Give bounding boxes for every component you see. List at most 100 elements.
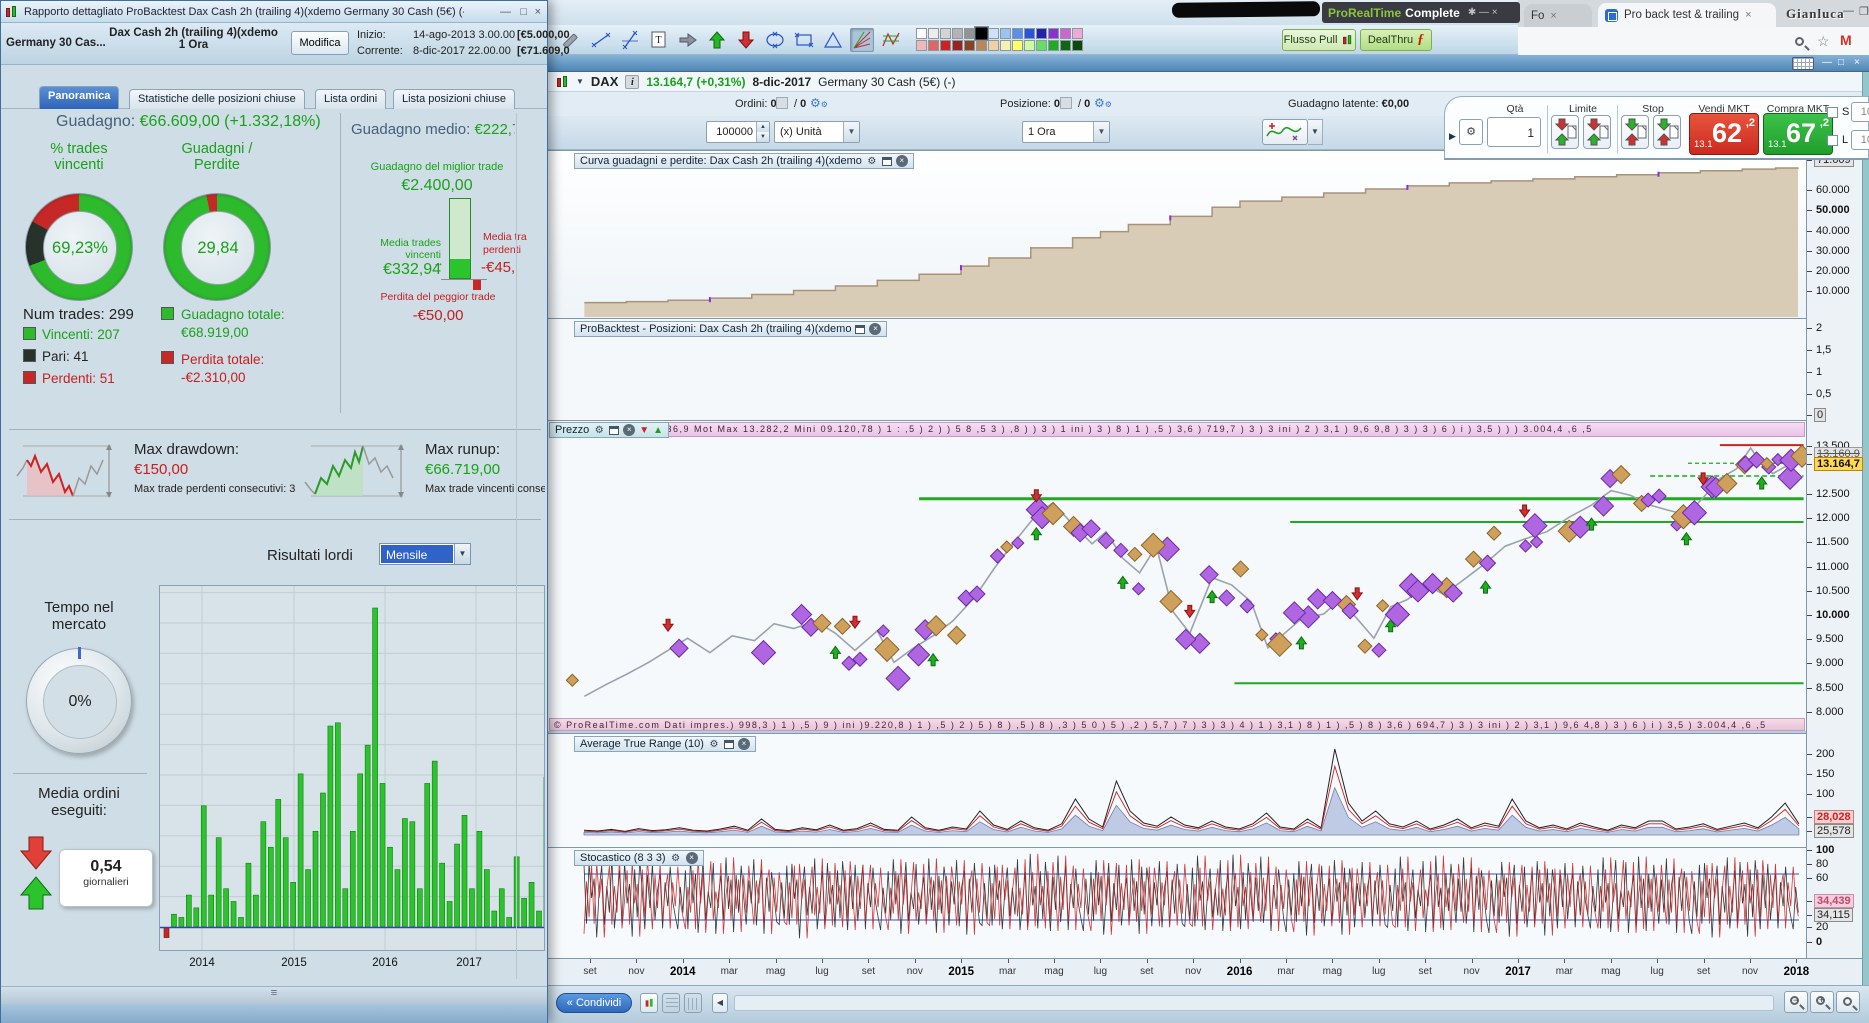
palette-color-swatch[interactable]	[1072, 28, 1083, 39]
buy-arrow-icon[interactable]: ▲	[653, 425, 663, 436]
palette-color-swatch[interactable]	[916, 40, 927, 51]
chart-style-icon[interactable]	[640, 993, 658, 1013]
dealthru-button[interactable]: DealThru ƒ	[1360, 29, 1432, 51]
browser-maximize-button[interactable]: ❐	[1859, 5, 1869, 18]
palette-color-swatch[interactable]	[1060, 40, 1071, 51]
window-icon[interactable]	[723, 739, 734, 749]
palette-color-swatch[interactable]	[940, 28, 951, 39]
quantity-stepper[interactable]: 100000 ▲ ▼	[706, 121, 770, 143]
tab-lista-posizioni-chiuse[interactable]: Lista posizioni chiuse	[393, 89, 515, 109]
wrench-icon[interactable]: ⚙	[593, 424, 605, 436]
badge-window-icons[interactable]: ✱ — ×	[1468, 7, 1498, 18]
sell-arrow-icon[interactable]: ▼	[639, 425, 649, 436]
vendi-mkt-button[interactable]: 13.1 62 ,2	[1689, 113, 1759, 155]
share-button[interactable]: « Condividi	[556, 993, 632, 1013]
chart-minimize-button[interactable]: —	[1822, 57, 1832, 68]
timeframe-select[interactable]: 1 Ora ▼	[1022, 121, 1110, 143]
palette-color-swatch[interactable]	[1072, 40, 1083, 51]
palette-color-swatch[interactable]	[1000, 40, 1011, 51]
palette-color-swatch[interactable]	[1024, 40, 1035, 51]
window-icon[interactable]	[881, 156, 892, 166]
ordini-box-icon[interactable]	[776, 97, 788, 109]
stop-buy-button[interactable]	[1621, 115, 1649, 149]
window-icon[interactable]	[609, 425, 620, 435]
modifica-button[interactable]: Modifica	[291, 31, 349, 55]
tab-close-icon[interactable]: ×	[1745, 9, 1751, 21]
gmail-icon[interactable]: M	[1840, 32, 1852, 48]
symbol-label[interactable]: DAX	[591, 74, 618, 89]
spin-down-icon[interactable]: ▼	[756, 132, 769, 142]
search-icon[interactable]	[1795, 37, 1804, 46]
tab-close-icon[interactable]: ×	[1550, 10, 1556, 22]
zoom-reset-button[interactable]	[1836, 991, 1860, 1013]
trendline-tool[interactable]	[618, 28, 642, 52]
palette-color-swatch[interactable]	[1024, 28, 1035, 39]
spin-up-icon[interactable]: ▲	[756, 122, 769, 132]
browser-tab-background[interactable]: Fo ×	[1524, 4, 1592, 27]
resize-handle[interactable]: ≡	[1, 986, 547, 1004]
posizione-box-icon[interactable]	[1060, 97, 1072, 109]
palette-color-swatch[interactable]	[928, 28, 939, 39]
browser-tab-active[interactable]: Pro back test & trailing ×	[1598, 3, 1776, 27]
scroll-left-button[interactable]: ◀	[712, 993, 728, 1013]
wrench-icon[interactable]: ⚙	[708, 738, 720, 750]
browser-minimize-button[interactable]: —	[1843, 5, 1854, 17]
arrow-down-tool[interactable]	[734, 28, 758, 52]
tab-lista-ordini[interactable]: Lista ordini	[315, 89, 387, 109]
palette-color-swatch[interactable]	[1000, 28, 1011, 39]
palette-color-swatch[interactable]	[1012, 40, 1023, 51]
indicator-button[interactable]	[1262, 119, 1308, 145]
limite-buy-button[interactable]	[1583, 115, 1611, 149]
gear-icon[interactable]: ⚙⚙	[810, 96, 828, 110]
stop-sell-button[interactable]	[1653, 115, 1681, 149]
chevron-down-icon[interactable]: ▼	[1093, 122, 1109, 142]
wrench-icon[interactable]: ⚙	[866, 155, 878, 167]
chart-close-button[interactable]: ×	[1854, 57, 1860, 68]
close-icon[interactable]: ×	[685, 852, 698, 864]
info-icon[interactable]: i	[625, 74, 640, 89]
list-icon[interactable]	[662, 993, 680, 1013]
gear-icon[interactable]: ⚙⚙	[1094, 96, 1112, 110]
close-icon[interactable]: ×	[895, 155, 908, 167]
palette-color-swatch[interactable]	[952, 40, 963, 51]
arrow-up-tool[interactable]	[705, 28, 729, 52]
palette-color-swatch[interactable]	[1048, 40, 1059, 51]
report-maximize-button[interactable]: □	[520, 6, 527, 18]
ellipse-tool[interactable]	[763, 28, 787, 52]
palette-color-swatch[interactable]	[1036, 40, 1047, 51]
unit-select[interactable]: (x) Unità ▼	[774, 121, 860, 143]
horizontal-scrollbar[interactable]	[734, 995, 1774, 1011]
period-select[interactable]: Mensile ▼	[379, 543, 471, 565]
zoom-in-button[interactable]: +	[1810, 991, 1834, 1013]
grid-icon[interactable]	[684, 993, 702, 1013]
tab-panoramica[interactable]: Panoramica	[39, 86, 120, 109]
palette-color-swatch[interactable]	[974, 26, 989, 41]
s-value-input[interactable]: 10	[1851, 102, 1869, 122]
flusso-pull-button[interactable]: Flusso Pull	[1282, 29, 1356, 51]
chevron-down-icon[interactable]: ▼	[1308, 119, 1323, 145]
keyboard-icon[interactable]	[1792, 57, 1814, 70]
l-value-input[interactable]: 10	[1851, 130, 1869, 150]
text-tool[interactable]: T	[647, 28, 671, 52]
chevron-down-icon[interactable]: ▼	[454, 544, 470, 564]
report-close-button[interactable]: ×	[535, 6, 541, 18]
chart-maximize-button[interactable]: □	[1838, 57, 1844, 68]
wrench-button[interactable]: ⚙	[1459, 119, 1483, 145]
palette-color-swatch[interactable]	[1012, 28, 1023, 39]
chevron-down-icon[interactable]: ▼	[576, 77, 584, 86]
channel-tool[interactable]	[879, 28, 903, 52]
fan-tool[interactable]	[850, 27, 874, 52]
palette-color-swatch[interactable]	[988, 40, 999, 51]
palette-color-swatch[interactable]	[1060, 28, 1071, 39]
tab-statistiche-delle-posizioni-chiuse[interactable]: Statistiche delle posizioni chiuse	[129, 89, 305, 109]
palette-color-swatch[interactable]	[1036, 28, 1047, 39]
compra-mkt-button[interactable]: 13.1 67 ,2	[1763, 113, 1833, 155]
palette-color-swatch[interactable]	[1048, 28, 1059, 39]
palette-color-swatch[interactable]	[964, 40, 975, 51]
palette-color-swatch[interactable]	[916, 28, 927, 39]
close-icon[interactable]: ×	[869, 323, 882, 335]
palette-color-swatch[interactable]	[988, 28, 999, 39]
segment-tool[interactable]	[589, 28, 613, 52]
arrow-right-tool[interactable]	[676, 28, 700, 52]
limite-sell-button[interactable]	[1551, 115, 1579, 149]
